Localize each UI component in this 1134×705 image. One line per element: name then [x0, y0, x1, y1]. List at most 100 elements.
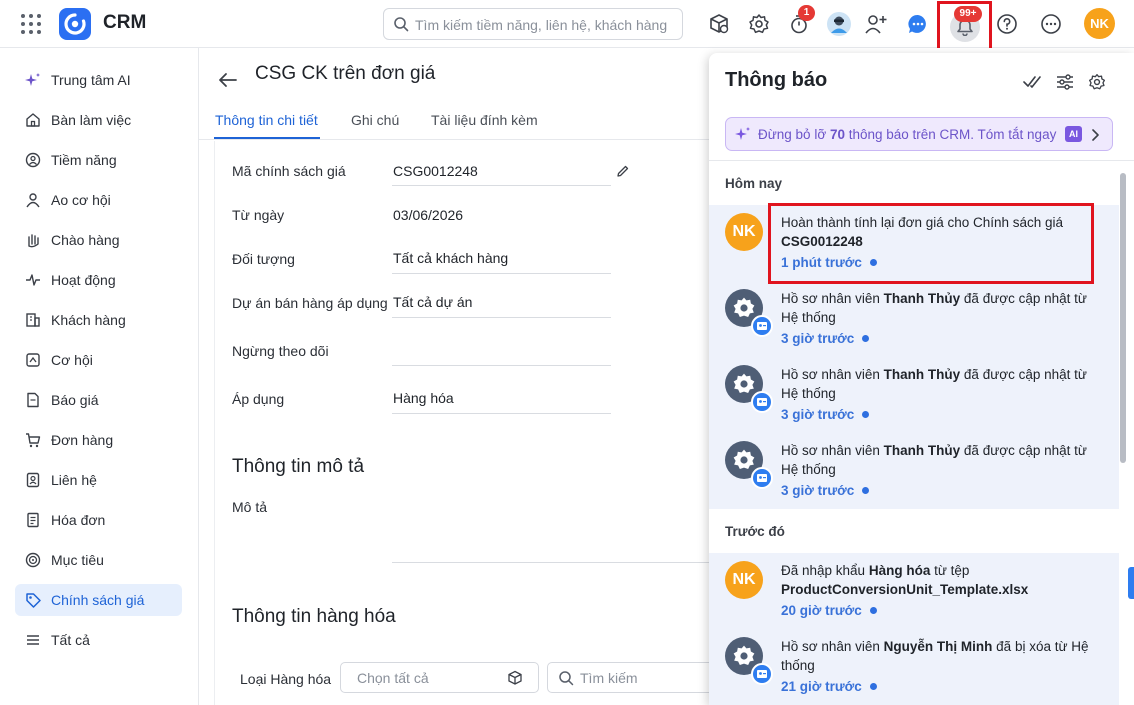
notification-time: 20 giờ trước [781, 603, 877, 618]
notification-settings-gear-icon[interactable] [1087, 72, 1107, 92]
global-search-input[interactable]: Tìm kiếm tiềm năng, liên hệ, khách hàng [383, 8, 683, 40]
notification-text: Hồ sơ nhân viên Nguyễn Thị Minh đã bị xó… [781, 639, 1089, 673]
goods-search-placeholder: Tìm kiếm [580, 670, 638, 686]
ai-summary-banner[interactable]: Đừng bỏ lỡ 70 thông báo trên CRM. Tóm tắ… [725, 117, 1113, 151]
tab-attachments[interactable]: Tài liệu đính kèm [431, 112, 538, 128]
field-underline [392, 185, 611, 186]
settings-gear-icon[interactable] [745, 10, 773, 38]
edit-pencil-icon[interactable] [616, 164, 630, 181]
field-value-project[interactable]: Tất cả dự án [393, 294, 472, 310]
field-underline [392, 365, 611, 366]
employee-badge-icon [751, 663, 773, 685]
goods-type-select[interactable]: Chọn tất cả [340, 662, 539, 693]
field-label-stop-tracking: Ngừng theo dõi [232, 343, 329, 359]
sidebar-item-all[interactable]: Tất cả [15, 624, 182, 656]
cart-icon [25, 432, 41, 448]
field-underline [392, 317, 611, 318]
app-grid-icon[interactable] [20, 13, 42, 35]
section-title-description: Thông tin mô tả [232, 456, 365, 477]
goods-search-input[interactable]: Tìm kiếm [547, 662, 727, 693]
notification-item[interactable]: Hồ sơ nhân viên Thanh Thủy đã được cập n… [709, 357, 1119, 433]
field-label-from-date: Từ ngày [232, 207, 285, 223]
sidebar-item-opportunity-pool[interactable]: Ao cơ hội [15, 184, 182, 216]
employee-badge-icon [751, 391, 773, 413]
lead-icon [25, 152, 41, 168]
field-label-project: Dự án bán hàng áp dụng [232, 295, 388, 311]
field-label-apply: Áp dụng [232, 391, 285, 407]
notification-item[interactable]: Hồ sơ nhân viên Thanh Thủy đã được cập n… [709, 281, 1119, 357]
page-title: CSG CK trên đơn giá [255, 63, 436, 84]
quote-icon [25, 392, 41, 408]
tab-notes[interactable]: Ghi chú [351, 112, 399, 128]
field-label-description: Mô tả [232, 499, 268, 515]
hand-icon [25, 232, 41, 248]
notification-count-badge: 99+ [954, 6, 982, 22]
notification-item[interactable]: Hồ sơ nhân viên Thanh Thủy đã được cập n… [709, 433, 1119, 509]
field-value-code[interactable]: CSG0012248 [393, 163, 478, 179]
sparkle-icon [25, 72, 41, 88]
employee-badge-icon [751, 467, 773, 489]
crm-logo-icon[interactable] [59, 8, 91, 40]
back-arrow-icon[interactable] [217, 72, 237, 91]
help-icon[interactable] [993, 10, 1021, 38]
sidebar-item-quotes[interactable]: Báo giá [15, 384, 182, 416]
top-bar: CRM Tìm kiếm tiềm năng, liên hệ, khách h… [0, 0, 1134, 53]
notification-text: Hồ sơ nhân viên Thanh Thủy đã được cập n… [781, 291, 1087, 325]
notification-item[interactable]: Hồ sơ nhân viên Nguyễn Thị Minh đã bị xó… [709, 629, 1119, 705]
sidebar-item-contacts[interactable]: Liên hệ [15, 464, 182, 496]
search-icon [558, 670, 574, 689]
field-label-target: Đối tượng [232, 251, 295, 267]
sidebar-item-leads[interactable]: Tiềm năng [15, 144, 182, 176]
side-drawer-handle[interactable] [1128, 567, 1134, 599]
chat-icon[interactable] [904, 10, 932, 38]
filter-sliders-icon[interactable] [1055, 72, 1075, 92]
sidebar-item-customers[interactable]: Khách hàng [15, 304, 182, 336]
pool-icon [25, 192, 41, 208]
tab-details[interactable]: Thông tin chi tiết [215, 112, 318, 128]
add-user-icon[interactable] [862, 10, 890, 38]
sender-avatar: NK [725, 561, 763, 599]
active-tab-indicator [214, 137, 320, 139]
panel-scrollbar[interactable] [1120, 173, 1126, 463]
sidebar-item-opportunities[interactable]: Cơ hội [15, 344, 182, 376]
package-icon[interactable] [705, 10, 733, 38]
sidebar-item-invoices[interactable]: Hóa đơn [15, 504, 182, 536]
sparkle-icon [735, 126, 751, 145]
notification-text: Hồ sơ nhân viên Thanh Thủy đã được cập n… [781, 443, 1087, 477]
sidebar-item-offers[interactable]: Chào hàng [15, 224, 182, 256]
unread-dot [869, 683, 877, 690]
more-icon[interactable] [1037, 10, 1065, 38]
unread-dot [862, 411, 870, 418]
mark-all-read-icon[interactable] [1023, 72, 1043, 92]
notification-item[interactable]: NK Đã nhập khẩu Hàng hóa từ tệp ProductC… [709, 553, 1119, 629]
search-icon [393, 16, 409, 35]
field-underline [392, 273, 611, 274]
notification-bell-button[interactable]: 99+ [937, 1, 992, 53]
sidebar-item-price-policy[interactable]: Chính sách giá [15, 584, 182, 616]
timer-icon[interactable]: 1 [785, 5, 815, 38]
field-value-from-date[interactable]: 03/06/2026 [393, 207, 463, 223]
sidebar-item-targets[interactable]: Mục tiêu [15, 544, 182, 576]
sidebar-item-orders[interactable]: Đơn hàng [15, 424, 182, 456]
search-placeholder: Tìm kiếm tiềm năng, liên hệ, khách hàng [415, 17, 668, 33]
notification-text: Hồ sơ nhân viên Thanh Thủy đã được cập n… [781, 367, 1087, 401]
group-title-earlier: Trước đó [725, 524, 785, 539]
field-label-code: Mã chính sách giá [232, 163, 346, 179]
opportunity-icon [25, 352, 41, 368]
sidebar-item-workspace[interactable]: Bàn làm việc [15, 104, 182, 136]
sidebar-item-ai-center[interactable]: Trung tâm AI [15, 64, 182, 96]
field-value-apply[interactable]: Hàng hóa [393, 390, 454, 406]
notification-time: 3 giờ trước [781, 407, 870, 422]
sender-avatar: NK [725, 213, 763, 251]
employee-badge-icon [751, 315, 773, 337]
profile-avatar[interactable]: NK [1084, 8, 1115, 39]
home-icon [25, 112, 41, 128]
ai-banner-text: Đừng bỏ lỡ 70 thông báo trên CRM. Tóm tắ… [758, 127, 1057, 142]
notification-panel: Thông báo Đừng bỏ lỡ 70 thông báo trên C… [709, 53, 1134, 705]
building-icon [25, 312, 41, 328]
field-value-target[interactable]: Tất cả khách hàng [393, 250, 508, 266]
invoice-icon [25, 512, 41, 528]
user-avatar-icon[interactable] [825, 10, 853, 38]
unread-dot [862, 487, 870, 494]
sidebar-item-activities[interactable]: Hoạt động [15, 264, 182, 296]
